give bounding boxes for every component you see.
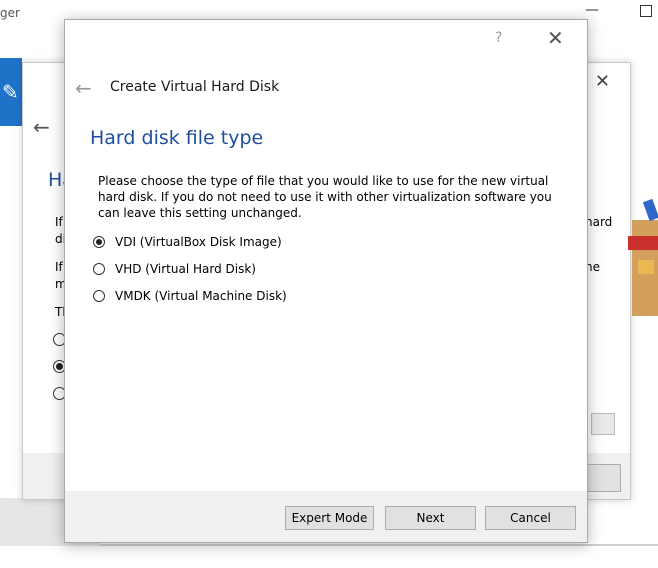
cancel-button[interactable]: Cancel (485, 506, 576, 530)
back-arrow-icon[interactable]: ← (33, 115, 50, 139)
next-button[interactable]: Next (385, 506, 476, 530)
radio-option-vmdk[interactable]: VMDK (Virtual Machine Disk) (93, 287, 287, 305)
expert-mode-button[interactable]: Expert Mode (285, 506, 374, 530)
window-bottom-border (100, 544, 658, 546)
radio-label: VHD (Virtual Hard Disk) (115, 262, 256, 276)
text-fragment: If (55, 215, 63, 229)
wizard-title: Create Virtual Hard Disk (110, 79, 280, 95)
create-virtual-hard-disk-dialog: ? ✕ ← Create Virtual Hard Disk Hard disk… (64, 19, 588, 543)
text-fragment: hard (585, 215, 613, 229)
wizard-wand-icon: ✎ (2, 80, 19, 104)
close-icon[interactable]: ✕ (595, 71, 610, 92)
help-icon[interactable]: ? (495, 30, 502, 46)
radio-button[interactable] (93, 263, 105, 275)
radio-label: VMDK (Virtual Machine Disk) (115, 289, 287, 303)
radio-button[interactable] (93, 290, 105, 302)
radio-button[interactable] (93, 236, 105, 248)
virtualbox-logo-icon (628, 198, 658, 318)
main-window-title: ger (0, 6, 20, 20)
minimize-icon[interactable]: — (585, 2, 599, 18)
text-fragment: If (55, 260, 63, 274)
radio-option-vhd[interactable]: VHD (Virtual Hard Disk) (93, 260, 256, 278)
page-title: Hard disk file type (90, 127, 264, 149)
radio-option-vdi[interactable]: VDI (VirtualBox Disk Image) (93, 233, 282, 251)
close-icon[interactable]: ✕ (547, 26, 564, 50)
maximize-icon[interactable] (640, 5, 652, 17)
radio-label: VDI (VirtualBox Disk Image) (115, 235, 282, 249)
back-arrow-icon[interactable]: ← (75, 76, 92, 100)
folder-icon[interactable] (591, 413, 615, 435)
page-description: Please choose the type of file that you … (98, 174, 552, 220)
